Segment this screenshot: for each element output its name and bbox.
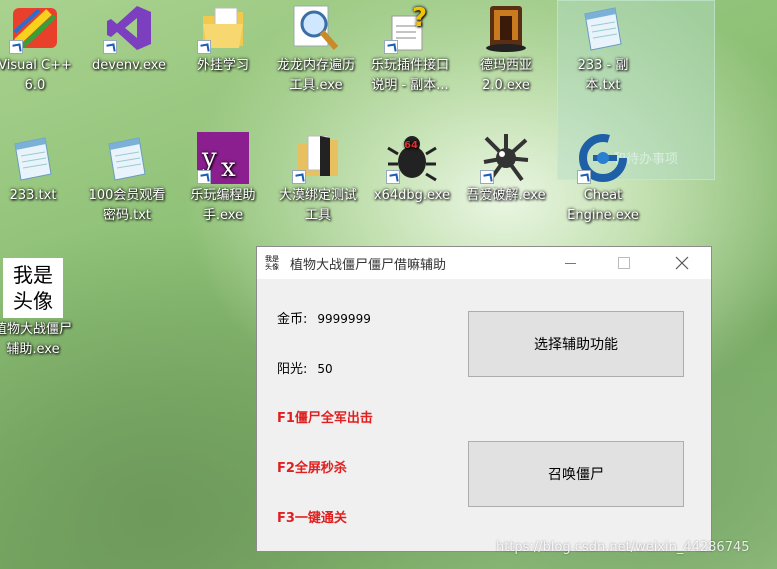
shortcut-arrow-icon (386, 170, 400, 184)
app-avatar-icon: 我是头像 (265, 254, 279, 271)
gold-label: 金币: (277, 312, 308, 327)
folder-icon (197, 2, 249, 54)
desktop-icon-plugin-doc[interactable]: ? 乐玩插件接口说明 - 副本... (369, 2, 451, 96)
game-tower-icon (480, 2, 532, 54)
yx-icon: yx (197, 132, 249, 184)
shortcut-arrow-icon (197, 170, 211, 184)
minimize-icon (564, 262, 576, 264)
close-button[interactable] (659, 247, 705, 279)
sun-row: 阳光: 50 (277, 358, 333, 377)
desktop-icon-label: 乐玩编程助手.exe (190, 188, 256, 223)
shortcut-arrow-icon (197, 40, 211, 54)
desktop-icon-52pojie[interactable]: 吾爱破解.exe (465, 132, 547, 206)
shortcut-arrow-icon (103, 40, 117, 54)
maximize-button[interactable] (601, 247, 647, 279)
spider-icon (480, 132, 532, 184)
notepad-icon (7, 132, 59, 184)
shortcut-arrow-icon (577, 170, 591, 184)
desktop-icon-label: Visual C++ 6.0 (0, 58, 72, 93)
gold-row: 金币: 9999999 (277, 308, 371, 327)
desktop-icon-label: 龙龙内存遍历工具.exe (276, 58, 355, 93)
desktop-icon-x64dbg[interactable]: 64 x64dbg.exe (371, 132, 453, 206)
desktop-icon-label: 100会员观看密码.txt (88, 188, 166, 223)
csdn-watermark: https://blog.csdn.net/weixin_44286745 (496, 540, 750, 555)
hotkey-f2: F2全屏秒杀 (277, 461, 347, 476)
desktop-icon-memory-tool[interactable]: 龙龙内存遍历工具.exe (275, 2, 357, 96)
shortcut-arrow-icon (292, 170, 306, 184)
desktop-icon-label: 乐玩插件接口说明 - 副本... (370, 58, 449, 93)
desktop-icon-label: 吾爱破解.exe (466, 188, 546, 203)
close-icon (675, 256, 689, 270)
help-doc-icon: ? (384, 2, 436, 54)
svg-text:64: 64 (404, 140, 418, 151)
magnifier-icon (290, 2, 342, 54)
notepad-icon (577, 2, 629, 54)
hotkey-f3: F3一键通关 (277, 511, 347, 526)
gold-value: 9999999 (317, 312, 371, 326)
cheat-engine-icon (577, 132, 629, 184)
desktop-icon-cheat-engine[interactable]: Cheat Engine.exe (562, 132, 644, 226)
desktop-icon-yx-helper[interactable]: yx 乐玩编程助手.exe (182, 132, 264, 226)
avatar-icon: 我是 头像 (3, 258, 63, 318)
shortcut-arrow-icon (384, 40, 398, 54)
helper-window: 我是头像 植物大战僵尸僵尸借嘛辅助 金币: 9999999 阳光: 50 F1僵尸全… (256, 246, 712, 552)
desktop-icon-label: x64dbg.exe (373, 188, 451, 203)
minimize-button[interactable] (547, 247, 593, 279)
desktop-icon-folder-study[interactable]: 外挂学习 (182, 2, 264, 76)
folder-doc-icon (292, 132, 344, 184)
desktop-icon-100-password[interactable]: 100会员观看密码.txt (86, 132, 168, 226)
summon-zombie-button[interactable]: 召唤僵尸 (468, 441, 684, 507)
visual-studio-icon (103, 2, 155, 54)
select-feature-button[interactable]: 选择辅助功能 (468, 311, 684, 377)
bug-icon: 64 (386, 132, 438, 184)
maximize-icon (618, 257, 630, 269)
desktop-icon-devenv[interactable]: devenv.exe (88, 2, 170, 76)
title-bar[interactable]: 我是头像 植物大战僵尸僵尸借嘛辅助 (257, 247, 711, 279)
desktop-icon-label: 德玛西亚2.0.exe (479, 58, 532, 93)
svg-text:x: x (221, 153, 236, 183)
desktop-icon-233[interactable]: 233.txt (0, 132, 74, 206)
vc6-icon (9, 2, 61, 54)
svg-text:?: ? (412, 3, 427, 33)
desktop-icon-damo-tool[interactable]: 大漠绑定测试工具 (277, 132, 359, 226)
desktop-icon-label: 大漠绑定测试工具 (278, 188, 357, 223)
window-title: 植物大战僵尸僵尸借嘛辅助 (290, 257, 447, 273)
hotkey-f1: F1僵尸全军出击 (277, 411, 373, 426)
desktop-icon-label: 植物大战僵尸辅助.exe (0, 322, 72, 357)
desktop-icon-label: 外挂学习 (196, 58, 249, 73)
desktop-icon-demacia[interactable]: 德玛西亚2.0.exe (465, 2, 547, 96)
desktop-icon-label: Cheat Engine.exe (567, 188, 639, 223)
desktop-icon-vc6[interactable]: Visual C++ 6.0 (0, 2, 76, 96)
desktop-icon-label: devenv.exe (91, 58, 167, 73)
shortcut-arrow-icon (9, 40, 23, 54)
sun-value: 50 (317, 362, 333, 376)
desktop-icon-233-copy[interactable]: 233 - 副本.txt (562, 2, 644, 96)
shortcut-arrow-icon (480, 170, 494, 184)
sun-label: 阳光: (277, 362, 308, 377)
desktop-icon-pvz-helper[interactable]: 我是 头像 植物大战僵尸辅助.exe (0, 258, 74, 360)
window-content: 金币: 9999999 阳光: 50 F1僵尸全军出击 F2全屏秒杀 F3一键通关 … (257, 279, 711, 551)
desktop-icon-label: 233.txt (9, 188, 57, 203)
svg-text:y: y (201, 143, 217, 173)
desktop-icon-label: 233 - 副本.txt (577, 58, 629, 93)
notepad-icon (101, 132, 153, 184)
